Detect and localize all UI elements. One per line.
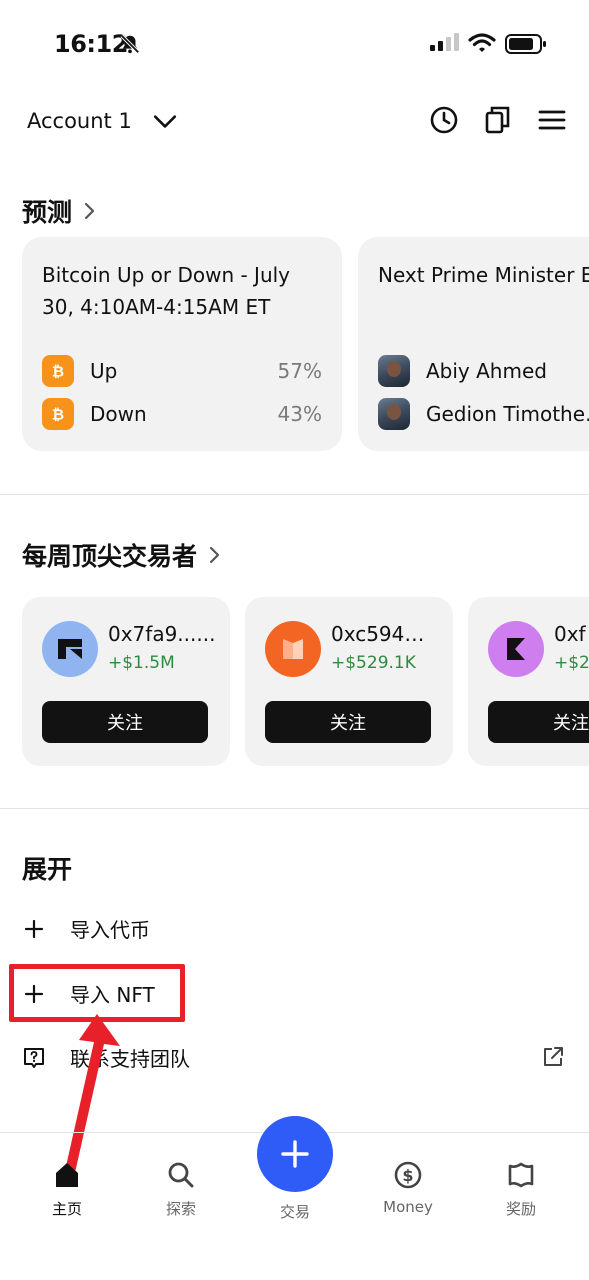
svg-text:$: $ [402, 1166, 413, 1185]
tab-explore[interactable]: 探索 [141, 1160, 221, 1219]
follow-button[interactable]: 关注 [265, 701, 431, 743]
chevron-right-icon [209, 546, 220, 564]
status-time: 16:12 [54, 30, 128, 58]
tab-rewards[interactable]: 奖励 [481, 1160, 561, 1219]
tab-explore-label: 探索 [165, 1200, 196, 1218]
expand-title: 展开 [22, 855, 73, 884]
trader-gain: +$2 [554, 653, 589, 673]
tab-home-label: 主页 [51, 1200, 82, 1218]
bitcoin-icon: ₿ [42, 398, 74, 430]
trader-address: 0x7fa9...... [108, 622, 216, 646]
trader-avatar [42, 621, 98, 677]
outcome-percent: 57% [277, 359, 322, 383]
plus-icon [24, 919, 44, 938]
svg-text:₿: ₿ [52, 406, 64, 424]
trader-address: 0xf [554, 622, 586, 646]
trader-avatar [265, 621, 321, 677]
external-link-icon[interactable] [541, 1045, 565, 1069]
trader-logo-icon [58, 639, 82, 659]
trader-avatar [488, 621, 544, 677]
trader-card[interactable]: 0x7fa9...... +$1.5M 关注 [22, 597, 230, 766]
prediction-outcome[interactable]: Gedion Timothe… [378, 397, 589, 431]
bitcoin-icon: ₿ [42, 355, 74, 387]
cellular-signal-icon [430, 33, 459, 51]
top-traders-header[interactable]: 每周顶尖交易者 [22, 537, 225, 573]
outcome-label: Down [90, 402, 147, 426]
section-divider [0, 808, 589, 809]
outcome-label: Abiy Ahmed [426, 359, 547, 383]
account-selector[interactable]: Account 1 [27, 108, 178, 134]
prediction-title: Next Prime Minister Ethiopia? [378, 263, 589, 287]
svg-text:₿: ₿ [52, 363, 64, 381]
follow-button[interactable]: 关注 [42, 701, 208, 743]
tab-money[interactable]: $ Money [368, 1160, 448, 1216]
prediction-outcome[interactable]: Abiy Ahmed [378, 354, 569, 388]
section-divider [0, 494, 589, 495]
prediction-outcome[interactable]: ₿ Down 43% [42, 397, 322, 431]
predictions-title: 预测 [22, 198, 73, 227]
follow-button[interactable]: 关注 [488, 701, 589, 743]
top-traders-title: 每周顶尖交易者 [22, 542, 198, 571]
home-icon [56, 1163, 78, 1187]
reward-icon [508, 1162, 534, 1188]
battery-icon [505, 34, 546, 54]
tab-money-label: Money [383, 1198, 433, 1216]
account-name: Account 1 [27, 109, 132, 133]
prediction-card[interactable]: Bitcoin Up or Down - July 30, 4:10AM-4:1… [22, 237, 342, 451]
search-icon [168, 1162, 194, 1188]
wifi-icon [468, 33, 496, 52]
trader-logo-icon [507, 638, 525, 660]
outcome-label: Gedion Timothe… [426, 402, 589, 426]
prediction-card[interactable]: Next Prime Minister Ethiopia? Abiy Ahmed… [358, 237, 589, 451]
trader-address: 0xc594… [331, 622, 425, 646]
tab-home[interactable]: 主页 [27, 1160, 107, 1219]
menu-icon[interactable] [536, 104, 568, 136]
prediction-title: Bitcoin Up or Down - July 30, 4:10AM-4:1… [42, 263, 291, 319]
trader-card[interactable]: 0xf +$2 关注 [468, 597, 589, 766]
copy-icon[interactable] [482, 104, 514, 136]
history-clock-icon[interactable] [428, 104, 460, 136]
prediction-outcome[interactable]: ₿ Up 57% [42, 354, 322, 388]
tab-rewards-label: 奖励 [505, 1200, 536, 1218]
chevron-right-icon [84, 202, 95, 220]
import-token-item[interactable]: 导入代币 [22, 914, 150, 943]
predictions-header[interactable]: 预测 [22, 193, 100, 229]
import-token-label: 导入代币 [70, 918, 150, 942]
outcome-percent: 43% [277, 402, 322, 426]
trader-gain: +$1.5M [108, 653, 175, 673]
candidate-avatar [378, 355, 410, 387]
candidate-avatar [378, 398, 410, 430]
bell-muted-icon [120, 34, 140, 54]
outcome-label: Up [90, 359, 118, 383]
trader-card[interactable]: 0xc594… +$529.1K 关注 [245, 597, 453, 766]
chevron-down-icon [153, 115, 176, 128]
tab-trade-label[interactable]: 交易 [255, 1201, 335, 1222]
dollar-coin-icon: $ [394, 1161, 422, 1189]
trader-gain: +$529.1K [331, 653, 416, 673]
plus-icon [281, 1140, 309, 1168]
trader-logo-icon [283, 639, 303, 659]
trade-button[interactable] [257, 1116, 333, 1192]
